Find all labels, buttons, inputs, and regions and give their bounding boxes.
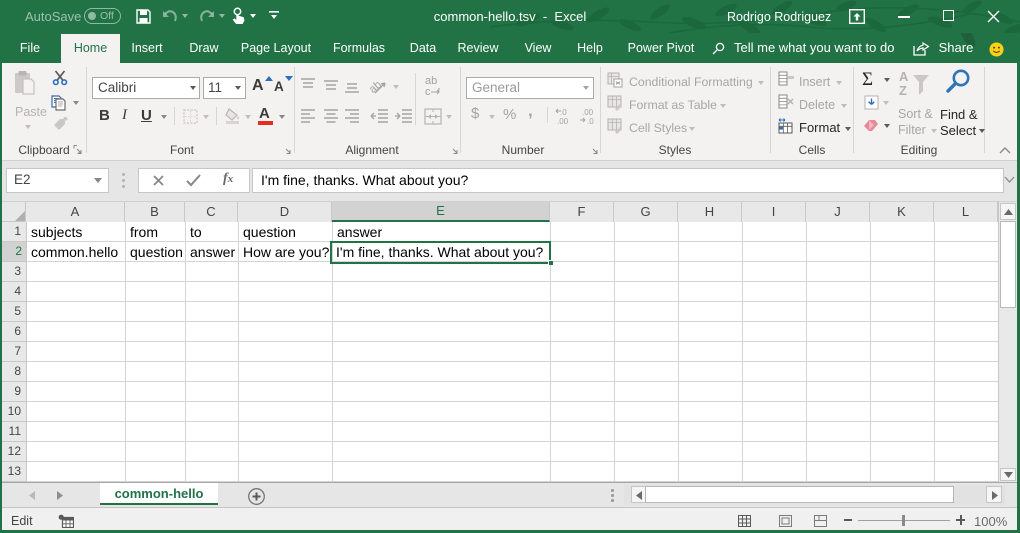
svg-text:c: c bbox=[425, 86, 431, 97]
svg-text:ab: ab bbox=[370, 79, 384, 96]
svg-text:.0: .0 bbox=[560, 108, 567, 117]
svg-text:.00: .00 bbox=[557, 117, 569, 125]
svg-text:.00: .00 bbox=[582, 108, 594, 117]
svg-text:.0: .0 bbox=[587, 117, 594, 125]
